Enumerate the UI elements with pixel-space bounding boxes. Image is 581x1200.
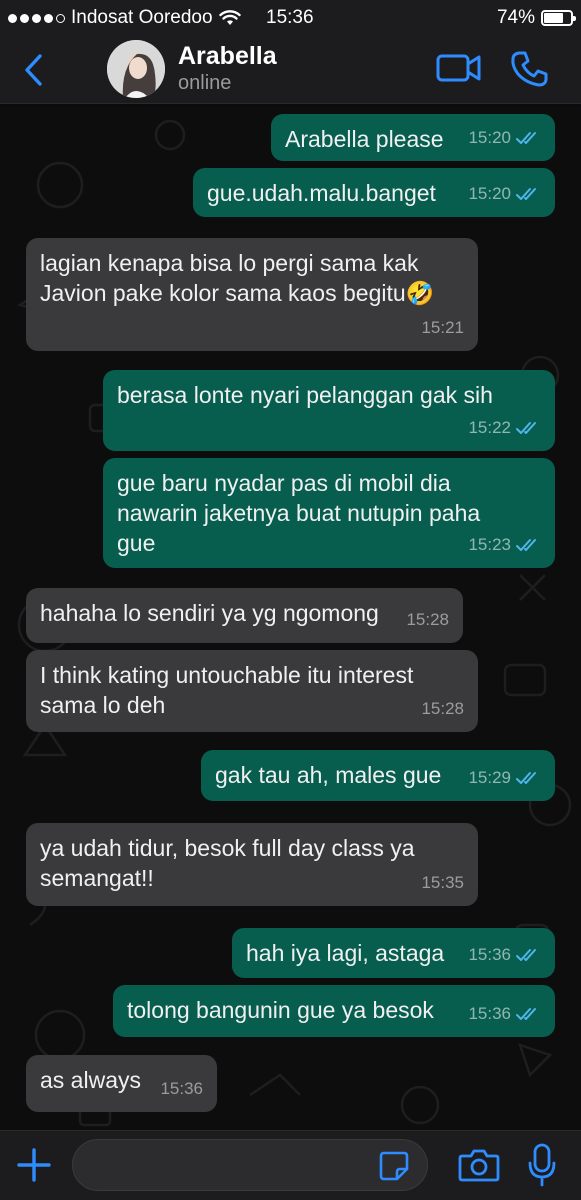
chat-messages[interactable]: Arabella please 15:20 gue.udah.malu.banget… (0, 105, 581, 1130)
message-time: 15:35 (421, 873, 464, 892)
message-meta: 15:21 (421, 313, 464, 343)
sticker-icon[interactable] (378, 1150, 410, 1182)
phone-icon[interactable] (510, 50, 548, 88)
message-meta: 15:28 (406, 605, 449, 635)
outgoing-message[interactable]: hah iya lagi, astaga 15:36 (232, 928, 555, 978)
contact-status: online (178, 72, 232, 94)
battery-icon (541, 10, 576, 26)
read-receipt-icon (516, 539, 536, 551)
message-time: 15:20 (468, 128, 511, 147)
avatar[interactable] (107, 40, 165, 98)
message-time: 15:36 (468, 945, 511, 964)
message-meta: 15:28 (421, 694, 464, 724)
message-text: as always (40, 1067, 141, 1093)
incoming-message[interactable]: as always 15:36 (26, 1055, 217, 1112)
message-text: berasa lonte nyari pelanggan gak sih (117, 382, 493, 408)
incoming-message[interactable]: I think kating untouchable itu interest … (26, 650, 478, 732)
message-text: hahaha lo sendiri ya yg ngomong (40, 600, 379, 626)
signal-strength-icon (8, 13, 65, 23)
message-meta: 15:20 (468, 179, 541, 209)
message-time: 15:28 (421, 699, 464, 718)
message-text: tolong bangunin gue ya besok (127, 997, 434, 1023)
back-button[interactable] (18, 50, 52, 90)
incoming-message[interactable]: hahaha lo sendiri ya yg ngomong 15:28 (26, 588, 463, 643)
message-meta: 15:29 (468, 763, 541, 793)
message-meta: 15:36 (468, 999, 541, 1029)
message-time: 15:23 (468, 535, 511, 554)
wifi-icon (218, 10, 241, 25)
message-meta: 15:36 (468, 940, 541, 970)
status-bar: Indosat Ooredoo 15:36 74% (0, 0, 581, 36)
message-meta: 15:35 (421, 868, 464, 898)
read-receipt-icon (516, 772, 536, 784)
message-meta: 15:20 (468, 123, 541, 153)
microphone-icon[interactable] (528, 1143, 556, 1187)
outgoing-message[interactable]: Arabella please 15:20 (271, 114, 555, 161)
message-time: 15:28 (406, 610, 449, 629)
read-receipt-icon (516, 132, 536, 144)
plus-icon[interactable] (14, 1145, 54, 1185)
message-input[interactable] (72, 1139, 428, 1191)
carrier-name: Indosat Ooredoo (71, 7, 213, 28)
battery-percentage: 74% (496, 7, 535, 28)
outgoing-message[interactable]: gak tau ah, males gue 15:29 (201, 750, 555, 801)
incoming-message[interactable]: ya udah tidur, besok full day class ya s… (26, 823, 478, 906)
read-receipt-icon (516, 188, 536, 200)
message-meta: 15:23 (468, 530, 541, 560)
outgoing-message[interactable]: berasa lonte nyari pelanggan gak sih 15:2… (103, 370, 555, 451)
message-time: 15:29 (468, 768, 511, 787)
message-time: 15:20 (468, 184, 511, 203)
outgoing-message[interactable]: gue baru nyadar pas di mobil dia nawarin… (103, 458, 555, 568)
outgoing-message[interactable]: gue.udah.malu.banget 15:20 (193, 168, 555, 217)
message-time: 15:21 (421, 318, 464, 337)
video-call-icon[interactable] (436, 50, 482, 86)
read-receipt-icon (516, 422, 536, 434)
incoming-message[interactable]: lagian kenapa bisa lo pergi sama kak Jav… (26, 238, 478, 351)
status-right: 74% (496, 7, 576, 29)
message-meta: 15:22 (468, 413, 541, 443)
message-composer (0, 1130, 581, 1200)
message-text: gue baru nyadar pas di mobil dia nawarin… (117, 470, 481, 556)
avatar-photo (107, 40, 165, 98)
status-time: 15:36 (266, 7, 314, 28)
message-time: 15:22 (468, 418, 511, 437)
message-time: 15:36 (160, 1079, 203, 1098)
read-receipt-icon (516, 949, 536, 961)
message-text: I think kating untouchable itu interest … (40, 662, 414, 718)
contact-name[interactable]: Arabella (178, 42, 277, 71)
message-text: gue.udah.malu.banget (207, 180, 436, 206)
status-left: Indosat Ooredoo (8, 7, 241, 29)
message-text: ya udah tidur, besok full day class ya s… (40, 835, 415, 891)
camera-icon[interactable] (458, 1147, 500, 1183)
read-receipt-icon (516, 1008, 536, 1020)
outgoing-message[interactable]: tolong bangunin gue ya besok 15:36 (113, 985, 555, 1037)
message-time: 15:36 (468, 1004, 511, 1023)
chat-header: Arabella online (0, 36, 581, 104)
message-text: Arabella please (285, 126, 444, 152)
message-text: lagian kenapa bisa lo pergi sama kak Jav… (40, 250, 435, 306)
message-meta: 15:36 (160, 1074, 203, 1104)
message-text: hah iya lagi, astaga (246, 940, 445, 966)
message-text: gak tau ah, males gue (215, 762, 442, 788)
